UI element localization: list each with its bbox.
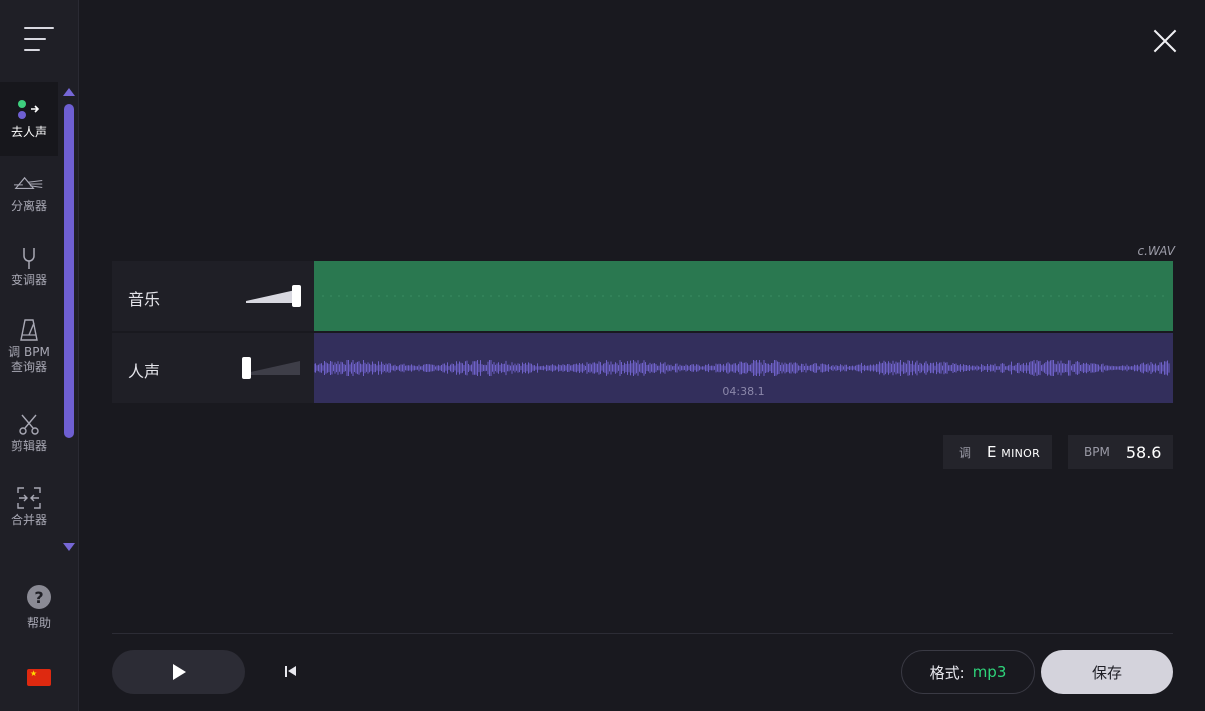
divider xyxy=(112,633,1173,634)
prism-splitter-icon xyxy=(14,172,44,196)
sidebar-scrollbar[interactable] xyxy=(63,82,75,556)
sidebar-item-label: 变调器 xyxy=(10,273,47,287)
vocal-remover-icon xyxy=(14,98,44,122)
track-header: 音乐 xyxy=(112,261,314,331)
bpm-value: 58.6 xyxy=(1125,442,1162,462)
volume-knob[interactable] xyxy=(292,285,301,307)
format-label: 格式: xyxy=(929,663,965,682)
bpm-display: BPM 58.6 xyxy=(1068,435,1173,469)
sidebar-item-vocal-remover[interactable]: 去人声 xyxy=(0,82,58,156)
file-name: c.WAV xyxy=(1137,244,1176,258)
bpm-label: BPM xyxy=(1084,445,1110,459)
sidebar-item-label: 调 BPM 查询器 xyxy=(8,344,50,374)
skip-to-start-icon xyxy=(288,666,296,676)
track-music: 音乐 xyxy=(112,261,1173,331)
sidebar-item-splitter[interactable]: 分离器 xyxy=(0,156,58,230)
timecode: 04:38.1 xyxy=(722,385,765,398)
tuning-fork-icon xyxy=(14,246,44,270)
scrollbar-thumb[interactable] xyxy=(64,104,74,438)
joiner-icon xyxy=(14,486,44,510)
vocal-waveform-path xyxy=(314,360,1170,376)
hamburger-menu-icon[interactable] xyxy=(24,27,56,53)
save-button[interactable]: 保存 xyxy=(1041,650,1173,694)
vocal-volume-slider[interactable] xyxy=(242,357,300,379)
format-value: mp3 xyxy=(972,663,1007,681)
sidebar-item-bpm-finder[interactable]: 调 BPM 查询器 xyxy=(0,304,58,388)
scroll-down-arrow-icon[interactable] xyxy=(63,543,75,551)
skip-to-start-button[interactable] xyxy=(284,664,298,680)
music-waveform[interactable] xyxy=(314,261,1173,331)
play-button[interactable] xyxy=(112,650,245,694)
format-selector[interactable]: 格式: mp3 xyxy=(901,650,1035,694)
track-name: 人声 xyxy=(128,362,161,381)
key-label: 调 xyxy=(959,445,972,460)
sidebar-item-label: 分离器 xyxy=(10,199,47,213)
help-button[interactable]: ? 帮助 xyxy=(0,585,78,631)
track-header: 人声 xyxy=(112,333,314,403)
vocal-waveform[interactable]: 04:38.1 xyxy=(314,333,1173,403)
metronome-icon xyxy=(14,318,44,342)
close-icon[interactable] xyxy=(1152,28,1178,54)
sidebar-item-pitch-changer[interactable]: 变调器 xyxy=(0,230,58,304)
sidebar-item-label: 合并器 xyxy=(10,513,47,527)
sidebar-item-label: 剪辑器 xyxy=(10,439,47,453)
scissors-icon xyxy=(14,412,44,436)
sidebar-item-cutter[interactable]: 剪辑器 xyxy=(0,396,58,470)
volume-knob[interactable] xyxy=(242,357,251,379)
key-value: E MINOR xyxy=(987,443,1041,461)
scroll-up-arrow-icon[interactable] xyxy=(63,88,75,96)
sidebar-item-label: 去人声 xyxy=(10,125,47,139)
china-flag-icon[interactable]: ★ xyxy=(27,669,51,686)
help-label: 帮助 xyxy=(26,616,51,630)
music-volume-slider[interactable] xyxy=(246,285,301,307)
play-icon xyxy=(173,664,186,680)
track-name: 音乐 xyxy=(128,290,161,309)
key-display: 调 E MINOR xyxy=(943,435,1052,469)
sidebar: 去人声 分离器 变调器 调 BPM 查询器 剪辑器 合并器 ? 帮助 ★ xyxy=(0,0,79,711)
track-vocal: 人声 04:38.1 xyxy=(112,333,1173,403)
question-circle-icon: ? xyxy=(27,585,51,609)
sidebar-item-joiner[interactable]: 合并器 xyxy=(0,470,58,544)
